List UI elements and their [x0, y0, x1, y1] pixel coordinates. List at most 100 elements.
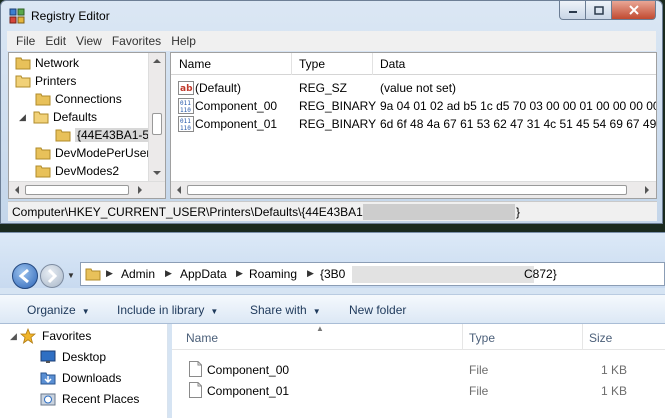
tree-item-selected-key[interactable]: {44E43BA1-5E: [55, 126, 160, 144]
column-type[interactable]: Type: [299, 57, 325, 71]
registry-values-list[interactable]: Name Type Data ab (Default) REG_SZ (valu…: [170, 52, 657, 199]
chevron-right-icon[interactable]: ▶: [307, 268, 314, 279]
folder-icon: [55, 129, 71, 142]
tree-item-devmodeperuser[interactable]: DevModePerUser: [35, 144, 150, 162]
tree-vertical-scrollbar[interactable]: [148, 53, 165, 181]
tree-item-network[interactable]: Network: [15, 54, 79, 72]
arrow-left-icon: [18, 268, 29, 284]
nav-item-recent-places[interactable]: Recent Places: [40, 389, 139, 409]
tree-scroll-thumb[interactable]: [152, 113, 162, 135]
values-horizontal-scrollbar[interactable]: [171, 181, 656, 198]
redacted-region: [363, 204, 515, 220]
forward-button[interactable]: [40, 264, 64, 288]
column-size[interactable]: Size: [589, 331, 612, 345]
file-list-header: ▲ Name Type Size: [172, 324, 665, 350]
minimize-button[interactable]: [559, 1, 586, 20]
column-data[interactable]: Data: [380, 57, 405, 71]
recent-places-icon: [40, 393, 56, 406]
menu-help[interactable]: Help: [166, 34, 201, 48]
registry-key-tree[interactable]: Network Printers Connections ◢ Defaults …: [8, 52, 166, 199]
tree-hscroll-thumb[interactable]: [25, 185, 129, 195]
breadcrumb-admin[interactable]: Admin: [121, 267, 155, 281]
chevron-right-icon[interactable]: ▶: [106, 268, 113, 279]
menu-edit[interactable]: Edit: [40, 34, 71, 48]
tree-horizontal-scrollbar[interactable]: [9, 181, 165, 198]
status-bar: Computer\HKEY_CURRENT_USER\Printers\Defa…: [8, 201, 657, 221]
breadcrumb-appdata[interactable]: AppData: [180, 267, 227, 281]
tree-item-printers[interactable]: Printers: [15, 72, 76, 90]
menu-bar: File Edit View Favorites Help: [7, 31, 656, 51]
chevron-right-icon[interactable]: ▶: [165, 268, 172, 279]
star-icon: [20, 328, 36, 344]
folder-icon: [35, 93, 51, 106]
recent-pages-dropdown[interactable]: ▼: [67, 271, 75, 280]
registry-editor-icon: [9, 8, 25, 24]
explorer-window: ▼ ▶ Admin ▶ AppData ▶ Roaming ▶ {3B0 C87…: [0, 232, 665, 418]
menu-file[interactable]: File: [11, 34, 40, 48]
status-key-path-end: }: [516, 205, 521, 219]
redacted-region: [352, 266, 534, 283]
menu-favorites[interactable]: Favorites: [107, 34, 166, 48]
svg-text:011: 011: [180, 118, 191, 125]
navigation-pane[interactable]: ◢ Favorites Desktop Downloads Recent Pla…: [0, 324, 168, 418]
value-row[interactable]: 011 110 Component_01 REG_BINARY 6d 6f 48 …: [171, 115, 656, 133]
nav-item-desktop[interactable]: Desktop: [40, 347, 106, 367]
address-bar[interactable]: ▶ Admin ▶ AppData ▶ Roaming ▶ {3B0 C872}: [80, 262, 665, 286]
svg-text:011: 011: [180, 100, 191, 107]
file-list[interactable]: ▲ Name Type Size Component_00 File 1 KB …: [172, 324, 665, 418]
include-in-library-button[interactable]: Include in library ▼: [117, 303, 218, 317]
nav-item-downloads[interactable]: Downloads: [40, 368, 121, 388]
binary-value-icon: 011110: [178, 116, 194, 132]
value-row[interactable]: 011 110 Component_00 REG_BINARY 9a 04 01 …: [171, 97, 656, 115]
maximize-button[interactable]: [586, 1, 612, 20]
scroll-up-icon: [153, 59, 161, 63]
column-type[interactable]: Type: [469, 331, 495, 345]
chevron-right-icon[interactable]: ▶: [236, 268, 243, 279]
collapse-triangle-icon[interactable]: ◢: [19, 112, 33, 123]
file-row[interactable]: Component_00 File 1 KB: [172, 359, 665, 380]
nav-item-favorites[interactable]: ◢ Favorites: [10, 326, 91, 346]
navigation-bar: ▼ ▶ Admin ▶ AppData ▶ Roaming ▶ {3B0 C87…: [0, 233, 665, 289]
window-title: Registry Editor: [31, 9, 110, 23]
tree-item-defaults[interactable]: ◢ Defaults: [19, 108, 97, 126]
title-bar[interactable]: Registry Editor: [1, 1, 662, 31]
status-key-path: Computer\HKEY_CURRENT_USER\Printers\Defa…: [12, 205, 363, 219]
maximize-icon: [593, 5, 604, 15]
string-value-icon: ab: [178, 81, 194, 95]
arrow-right-icon: [47, 268, 58, 284]
tree-item-connections[interactable]: Connections: [35, 90, 122, 108]
values-hscroll-thumb[interactable]: [187, 185, 627, 195]
scroll-left-icon: [15, 186, 19, 194]
folder-icon: [35, 165, 51, 178]
column-name[interactable]: Name: [179, 57, 211, 71]
scroll-down-icon: [153, 171, 161, 175]
desktop-icon: [40, 350, 56, 363]
svg-text:110: 110: [180, 125, 191, 132]
file-icon: [189, 361, 202, 377]
sort-caret-icon: ▲: [316, 324, 324, 333]
file-row[interactable]: Component_01 File 1 KB: [172, 380, 665, 401]
folder-icon: [85, 268, 101, 281]
breadcrumb-folder-end: C872}: [524, 267, 557, 281]
command-bar: Organize ▼ Include in library ▼ Share with…: [0, 294, 665, 324]
menu-view[interactable]: View: [71, 34, 107, 48]
collapse-triangle-icon[interactable]: ◢: [10, 331, 20, 342]
folder-icon: [15, 57, 31, 70]
dropdown-caret-icon: ▼: [210, 307, 219, 316]
organize-button[interactable]: Organize ▼: [27, 303, 90, 317]
close-button[interactable]: [612, 1, 656, 20]
scroll-right-icon: [138, 186, 142, 194]
breadcrumb-roaming[interactable]: Roaming: [249, 267, 297, 281]
share-with-button[interactable]: Share with ▼: [250, 303, 321, 317]
binary-value-icon: 011110: [178, 98, 194, 114]
column-name[interactable]: Name: [186, 331, 218, 345]
svg-text:110: 110: [180, 107, 191, 114]
breadcrumb-folder[interactable]: {3B0: [320, 267, 345, 281]
tree-item-devmodes2[interactable]: DevModes2: [35, 162, 119, 180]
value-row[interactable]: ab (Default) REG_SZ (value not set): [171, 79, 656, 97]
new-folder-button[interactable]: New folder: [349, 303, 406, 317]
dropdown-caret-icon: ▼: [81, 307, 90, 316]
scroll-left-icon: [177, 186, 181, 194]
back-button[interactable]: [12, 263, 38, 289]
file-icon: [189, 382, 202, 398]
